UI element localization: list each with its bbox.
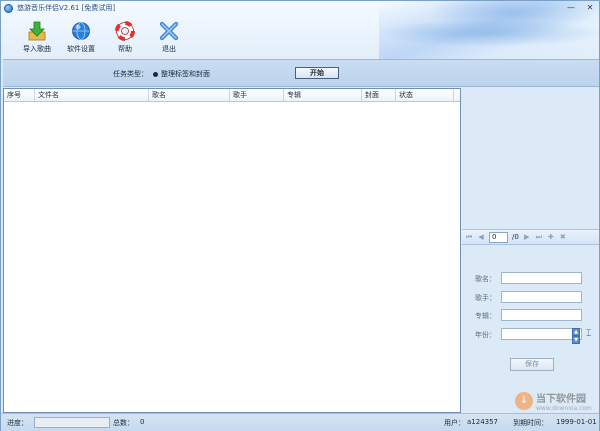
task-option-label: 整理标签和封面 — [161, 70, 210, 78]
last-page-icon[interactable]: ⏭ — [535, 233, 543, 242]
album-label: 专辑： — [475, 312, 496, 320]
status-bar: 进度： 总数： 0 用户： a124357 到期时间： 1999-01-01 — [1, 413, 599, 431]
table-header: 序号 文件名 歌名 歌手 专辑 封面 状态 — [4, 89, 460, 102]
user-label: 用户： — [444, 419, 465, 427]
artist-input[interactable] — [501, 291, 582, 303]
close-button[interactable]: ✕ — [585, 2, 595, 12]
year-input[interactable] — [501, 328, 582, 340]
total-label: 总数： — [113, 419, 134, 427]
spin-up-icon[interactable]: ▲ — [572, 328, 580, 336]
album-row: 专辑： — [462, 309, 599, 321]
year-row: 年份： ▲ ▼ ⌶ — [462, 328, 599, 344]
artist-label: 歌手： — [475, 294, 496, 302]
watermark-cn: 当下软件园 — [536, 394, 586, 405]
progress-label: 进度： — [7, 419, 28, 427]
radio-selected-icon — [153, 71, 158, 77]
song-table[interactable]: 序号 文件名 歌名 歌手 专辑 封面 状态 — [3, 88, 461, 413]
start-button[interactable]: 开始 — [295, 67, 339, 79]
page-number-input[interactable]: 0 — [489, 231, 508, 243]
spin-down-icon[interactable]: ▼ — [572, 336, 580, 344]
window-title: 悠游音乐伴侣V2.61 [免费试用] — [17, 4, 116, 12]
year-label: 年份： — [475, 331, 496, 339]
task-type-label: 任务类型： — [113, 70, 148, 78]
expire-label: 到期时间： — [513, 419, 548, 427]
year-stepper[interactable]: ▲ ▼ — [572, 328, 580, 344]
lifebuoy-help-icon — [115, 20, 135, 42]
artist-row: 歌手： — [462, 291, 599, 303]
delete-icon[interactable]: ✖ — [559, 233, 567, 241]
task-type-bar: 任务类型： 整理标签和封面 开始 — [3, 59, 599, 87]
title-label: 歌名： — [475, 275, 496, 283]
expire-value: 1999-01-01 — [556, 418, 597, 426]
header-banner: 悠游音乐伴侣V2.61 [免费试用] — ✕ 导入歌曲 软件设置 帮助 退出 — [1, 1, 599, 59]
task-option-radio[interactable]: 整理标签和封面 — [153, 69, 210, 79]
watermark-logo-icon: ↓ — [515, 392, 533, 410]
app-window: 悠游音乐伴侣V2.61 [免费试用] — ✕ 导入歌曲 软件设置 帮助 退出 任… — [0, 0, 600, 431]
title-bar: 悠游音乐伴侣V2.61 [免费试用] — ✕ — [1, 1, 599, 15]
add-icon[interactable]: ✚ — [547, 233, 555, 241]
progress-bar — [34, 417, 110, 428]
settings-globe-icon — [71, 20, 91, 42]
watermark-text: 当下软件园 www.downxia.com — [536, 390, 592, 412]
first-page-icon[interactable]: ⏮ — [465, 233, 473, 242]
help-button[interactable]: 帮助 — [103, 20, 147, 56]
pager-toolbar: ⏮ ◀ 0 /0 ▶ ⏭ ✚ ✖ — [462, 229, 599, 245]
column-header-cover[interactable]: 封面 — [362, 89, 396, 101]
watermark: ↓ 当下软件园 www.downxia.com — [515, 389, 595, 413]
exit-x-icon — [159, 20, 179, 42]
prev-page-icon[interactable]: ◀ — [477, 233, 485, 241]
column-header-title[interactable]: 歌名 — [149, 89, 230, 101]
help-label: 帮助 — [118, 45, 132, 53]
save-button[interactable]: 保存 — [510, 358, 554, 371]
detail-panel: ⏮ ◀ 0 /0 ▶ ⏭ ✚ ✖ 歌名： 歌手： 专辑： 年份： ▲ ▼ ⌶ 保… — [462, 88, 599, 413]
next-page-icon[interactable]: ▶ — [523, 233, 531, 241]
minimize-button[interactable]: — — [566, 2, 576, 12]
exit-button[interactable]: 退出 — [147, 20, 191, 56]
column-header-artist[interactable]: 歌手 — [230, 89, 284, 101]
settings-label: 软件设置 — [67, 45, 95, 53]
column-header-filename[interactable]: 文件名 — [35, 89, 149, 101]
column-header-status[interactable]: 状态 — [396, 89, 454, 101]
title-row: 歌名： — [462, 272, 599, 284]
import-arrow-icon — [27, 20, 47, 42]
user-value: a124357 — [467, 418, 499, 426]
column-header-album[interactable]: 专辑 — [284, 89, 362, 101]
year-picker-icon[interactable]: ⌶ — [586, 329, 591, 339]
album-input[interactable] — [501, 309, 582, 321]
window-controls: — ✕ — [566, 2, 595, 12]
column-header-index[interactable]: 序号 — [4, 89, 35, 101]
settings-button[interactable]: 软件设置 — [59, 20, 103, 56]
app-logo-icon — [4, 3, 13, 13]
main-toolbar: 导入歌曲 软件设置 帮助 退出 — [15, 20, 191, 56]
exit-label: 退出 — [162, 45, 176, 53]
import-songs-button[interactable]: 导入歌曲 — [15, 20, 59, 56]
total-value: 0 — [140, 418, 145, 426]
import-songs-label: 导入歌曲 — [23, 45, 51, 53]
title-input[interactable] — [501, 272, 582, 284]
watermark-en: www.downxia.com — [536, 405, 592, 412]
page-total: /0 — [512, 233, 519, 241]
